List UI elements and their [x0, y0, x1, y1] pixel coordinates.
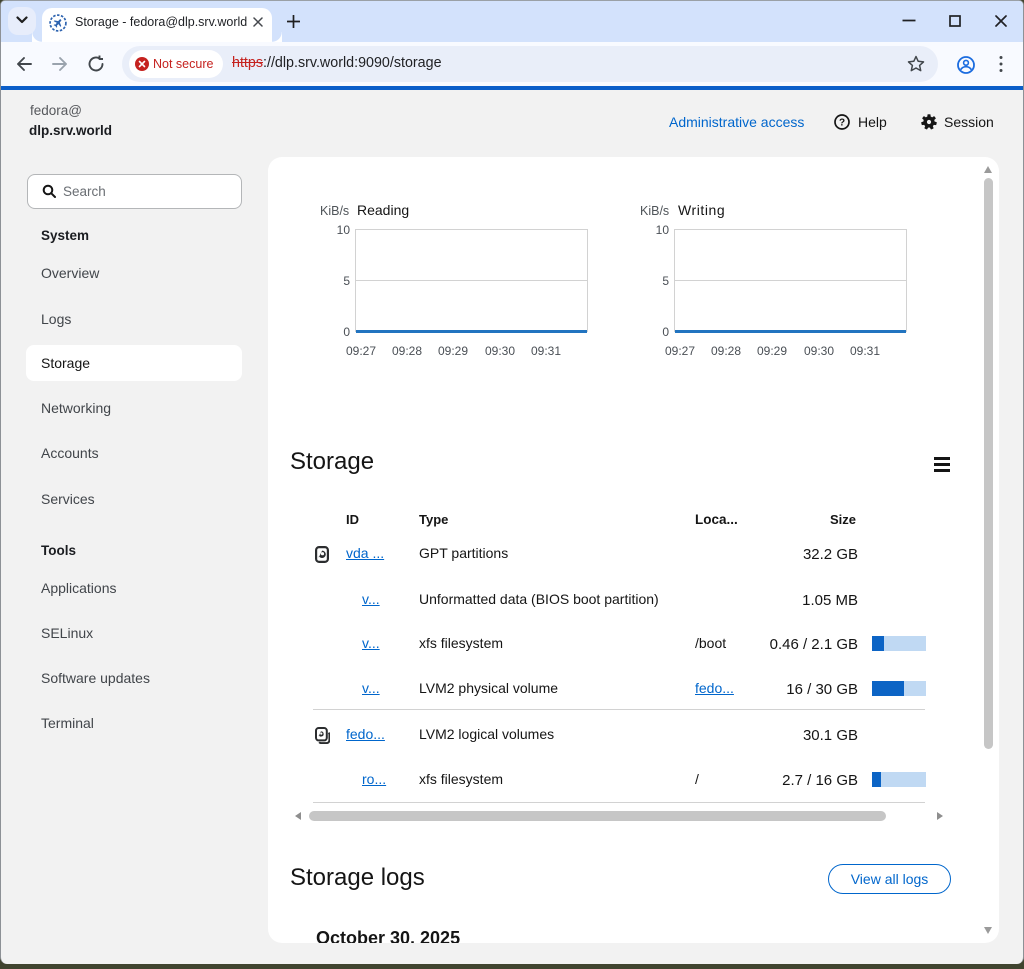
svg-text:?: ?	[839, 117, 845, 128]
